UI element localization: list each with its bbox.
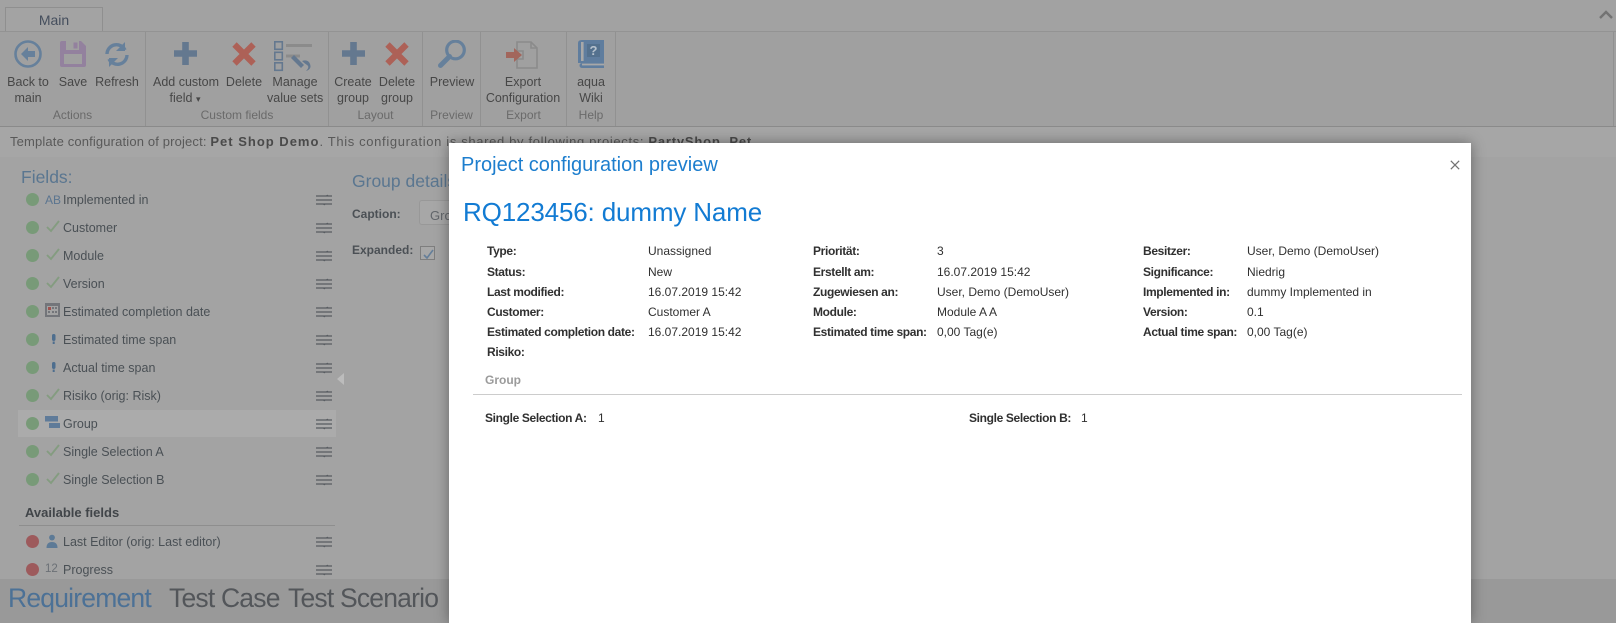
svg-text:?: ? — [590, 43, 598, 58]
